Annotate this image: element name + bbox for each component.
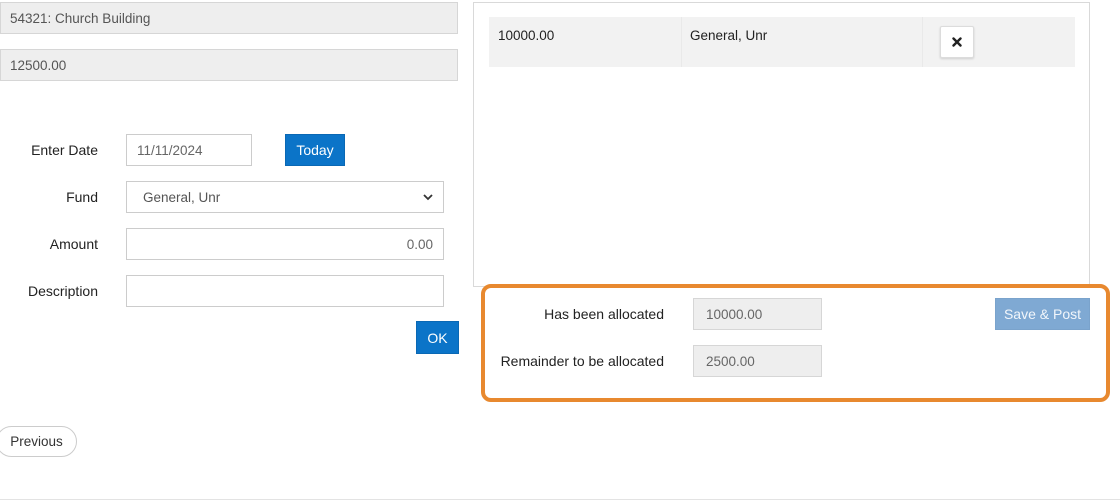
- ok-button[interactable]: OK: [416, 321, 459, 354]
- allocation-amount: 10000.00: [498, 28, 555, 43]
- description-input[interactable]: [126, 275, 444, 307]
- chevron-down-icon: [423, 193, 433, 201]
- row-divider: [922, 17, 923, 67]
- amount-value: 0.00: [406, 236, 433, 252]
- highlight-box: [481, 284, 1110, 402]
- date-input[interactable]: 11/11/2024: [126, 134, 252, 166]
- fund-label: Fund: [66, 189, 98, 205]
- total-field: 12500.00: [0, 49, 458, 81]
- fund-select[interactable]: General, Unr: [126, 181, 444, 213]
- description-label: Description: [27, 283, 98, 299]
- close-icon: [952, 37, 962, 47]
- date-label: Enter Date: [31, 142, 98, 158]
- allocation-fund: General, Unr: [690, 28, 768, 43]
- fund-select-value: General, Unr: [143, 189, 221, 205]
- account-field: 54321: Church Building: [0, 2, 458, 34]
- today-button[interactable]: Today: [285, 134, 345, 166]
- previous-button[interactable]: Previous: [0, 426, 77, 457]
- amount-label: Amount: [49, 236, 98, 252]
- table-row: 10000.00 General, Unr: [489, 17, 1075, 67]
- amount-input[interactable]: 0.00: [126, 228, 444, 260]
- footer-divider: [0, 499, 1120, 500]
- delete-row-button[interactable]: [940, 26, 974, 58]
